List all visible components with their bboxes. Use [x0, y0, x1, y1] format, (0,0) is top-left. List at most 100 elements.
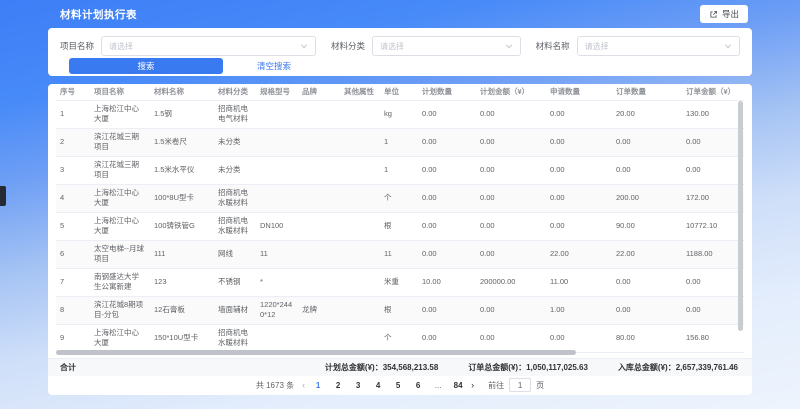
table-cell: 200000.00: [476, 268, 546, 296]
table-cell: 龙牌: [298, 296, 340, 324]
material-category-select[interactable]: 请选择: [372, 36, 521, 56]
table-cell: 8: [56, 296, 90, 324]
project-name-label: 项目名称: [60, 40, 94, 52]
column-header: 序号: [56, 84, 90, 100]
table-cell: 招商机电电气材料: [214, 100, 256, 128]
summary-label: 合计: [60, 362, 76, 373]
goto-suffix: 页: [536, 380, 544, 391]
table-row: 7南钢盛达大学生公寓新建123不锈钢*米重10.00200000.0011.00…: [56, 268, 744, 296]
table-cell: 100*8U型卡: [150, 184, 214, 212]
page-title: 材料计划执行表: [60, 7, 137, 22]
table-cell: 1188.00: [682, 240, 744, 268]
table-cell: 0.00: [682, 268, 744, 296]
table-cell: 0.00: [612, 268, 682, 296]
column-header: 材料名称: [150, 84, 214, 100]
table-cell: 0.00: [418, 296, 476, 324]
table-cell: 太空电梯--月球项目: [90, 240, 150, 268]
table-cell: 123: [150, 268, 214, 296]
horizontal-scrollbar[interactable]: [56, 350, 576, 355]
next-page-button[interactable]: ›: [471, 380, 474, 390]
table-cell: 招商机电水暖材料: [214, 184, 256, 212]
table-cell: 0.00: [476, 100, 546, 128]
prev-page-button[interactable]: ‹: [302, 380, 305, 390]
column-header: 计划数量: [418, 84, 476, 100]
table-cell: 1.00: [546, 296, 612, 324]
table-cell: 22.00: [546, 240, 612, 268]
goto-page-input[interactable]: [509, 378, 531, 392]
table-cell: 0.00: [476, 240, 546, 268]
filter-panel: 项目名称 请选择 材料分类 请选择 材料名称 请选择 搜索 清空搜索: [48, 28, 752, 76]
table-row: 3滨江花城三期项目1.5米水平仪未分类10.000.000.000.000.00: [56, 156, 744, 184]
table-cell: 0.00: [682, 128, 744, 156]
table-cell: 0.00: [682, 156, 744, 184]
material-category-placeholder: 请选择: [380, 41, 404, 52]
table-header-row: 序号项目名称材料名称材料分类规格型号品牌其他属性单位计划数量计划金额（¥）申请数…: [56, 84, 744, 100]
sidebar-expand-handle[interactable]: [0, 186, 6, 206]
page-button[interactable]: 84: [453, 381, 463, 390]
table-cell: [298, 128, 340, 156]
page-button[interactable]: 1: [313, 381, 323, 390]
table-cell: [298, 156, 340, 184]
table-cell: 11: [380, 240, 418, 268]
table-body: 1上海松江中心大厦1.5钢招商机电电气材料kg0.000.000.0020.00…: [56, 100, 744, 352]
chevron-down-icon: [505, 42, 513, 50]
table-cell: 米重: [380, 268, 418, 296]
page-button[interactable]: 3: [353, 381, 363, 390]
table-cell: 12石膏板: [150, 296, 214, 324]
column-header: 项目名称: [90, 84, 150, 100]
results-table-panel: 序号项目名称材料名称材料分类规格型号品牌其他属性单位计划数量计划金额（¥）申请数…: [48, 84, 752, 395]
clear-search-link[interactable]: 清空搜索: [257, 60, 291, 72]
table-cell: 0.00: [418, 240, 476, 268]
table-cell: 上海松江中心大厦: [90, 212, 150, 240]
table-cell: 滨江花城三期项目: [90, 128, 150, 156]
table-cell: 0.00: [418, 156, 476, 184]
table-cell: [298, 268, 340, 296]
table-cell: [340, 156, 380, 184]
table-cell: 滨江花城三期项目: [90, 156, 150, 184]
table-cell: 墙面辅材: [214, 296, 256, 324]
table-cell: [340, 184, 380, 212]
table-cell: 1: [56, 100, 90, 128]
page-button[interactable]: 2: [333, 381, 343, 390]
chevron-down-icon: [724, 42, 732, 50]
material-name-select[interactable]: 请选择: [577, 36, 740, 56]
table-row: 1上海松江中心大厦1.5钢招商机电电气材料kg0.000.000.0020.00…: [56, 100, 744, 128]
summary-row: 合计 计划总金额(¥)：354,568,213.58订单总金额(¥)：1,050…: [48, 358, 752, 376]
search-button[interactable]: 搜索: [69, 58, 223, 74]
table-cell: 1220*2440*12: [256, 296, 298, 324]
project-name-select[interactable]: 请选择: [101, 36, 316, 56]
table-cell: 未分类: [214, 156, 256, 184]
table-cell: 0.00: [476, 184, 546, 212]
export-button[interactable]: 导出: [700, 5, 748, 23]
table-cell: 9: [56, 324, 90, 352]
material-name-placeholder: 请选择: [585, 41, 609, 52]
table-cell: 南钢盛达大学生公寓新建: [90, 268, 150, 296]
vertical-scrollbar[interactable]: [738, 101, 743, 331]
page-button[interactable]: 4: [373, 381, 383, 390]
pagination-ellipsis: ...: [433, 381, 443, 390]
table-cell: [256, 156, 298, 184]
table-cell: 1.5钢: [150, 100, 214, 128]
table-cell: [340, 268, 380, 296]
table-cell: 0.00: [418, 100, 476, 128]
filter-actions: 搜索 清空搜索: [69, 58, 291, 74]
table-cell: 0.00: [682, 296, 744, 324]
export-button-label: 导出: [722, 8, 739, 20]
table-cell: [298, 240, 340, 268]
goto-page-group: 前往 页: [488, 378, 544, 392]
table-cell: 不锈钢: [214, 268, 256, 296]
table-cell: 个: [380, 324, 418, 352]
page-button[interactable]: 6: [413, 381, 423, 390]
table-cell: 200.00: [612, 184, 682, 212]
column-header: 订单金额（¥）: [682, 84, 744, 100]
table-cell: [340, 296, 380, 324]
table-cell: 3: [56, 156, 90, 184]
table-cell: [298, 100, 340, 128]
pagination-pages: 1 2 3 4 5 6... 84: [313, 381, 463, 390]
filter-row: 项目名称 请选择 材料分类 请选择 材料名称 请选择: [60, 36, 740, 56]
table-cell: 0.00: [546, 212, 612, 240]
table-cell: 招商机电水暖材料: [214, 324, 256, 352]
table-cell: [340, 240, 380, 268]
pagination: 共 1673 条 ‹ 123456...84 › 前往 页: [48, 377, 752, 393]
page-button[interactable]: 5: [393, 381, 403, 390]
